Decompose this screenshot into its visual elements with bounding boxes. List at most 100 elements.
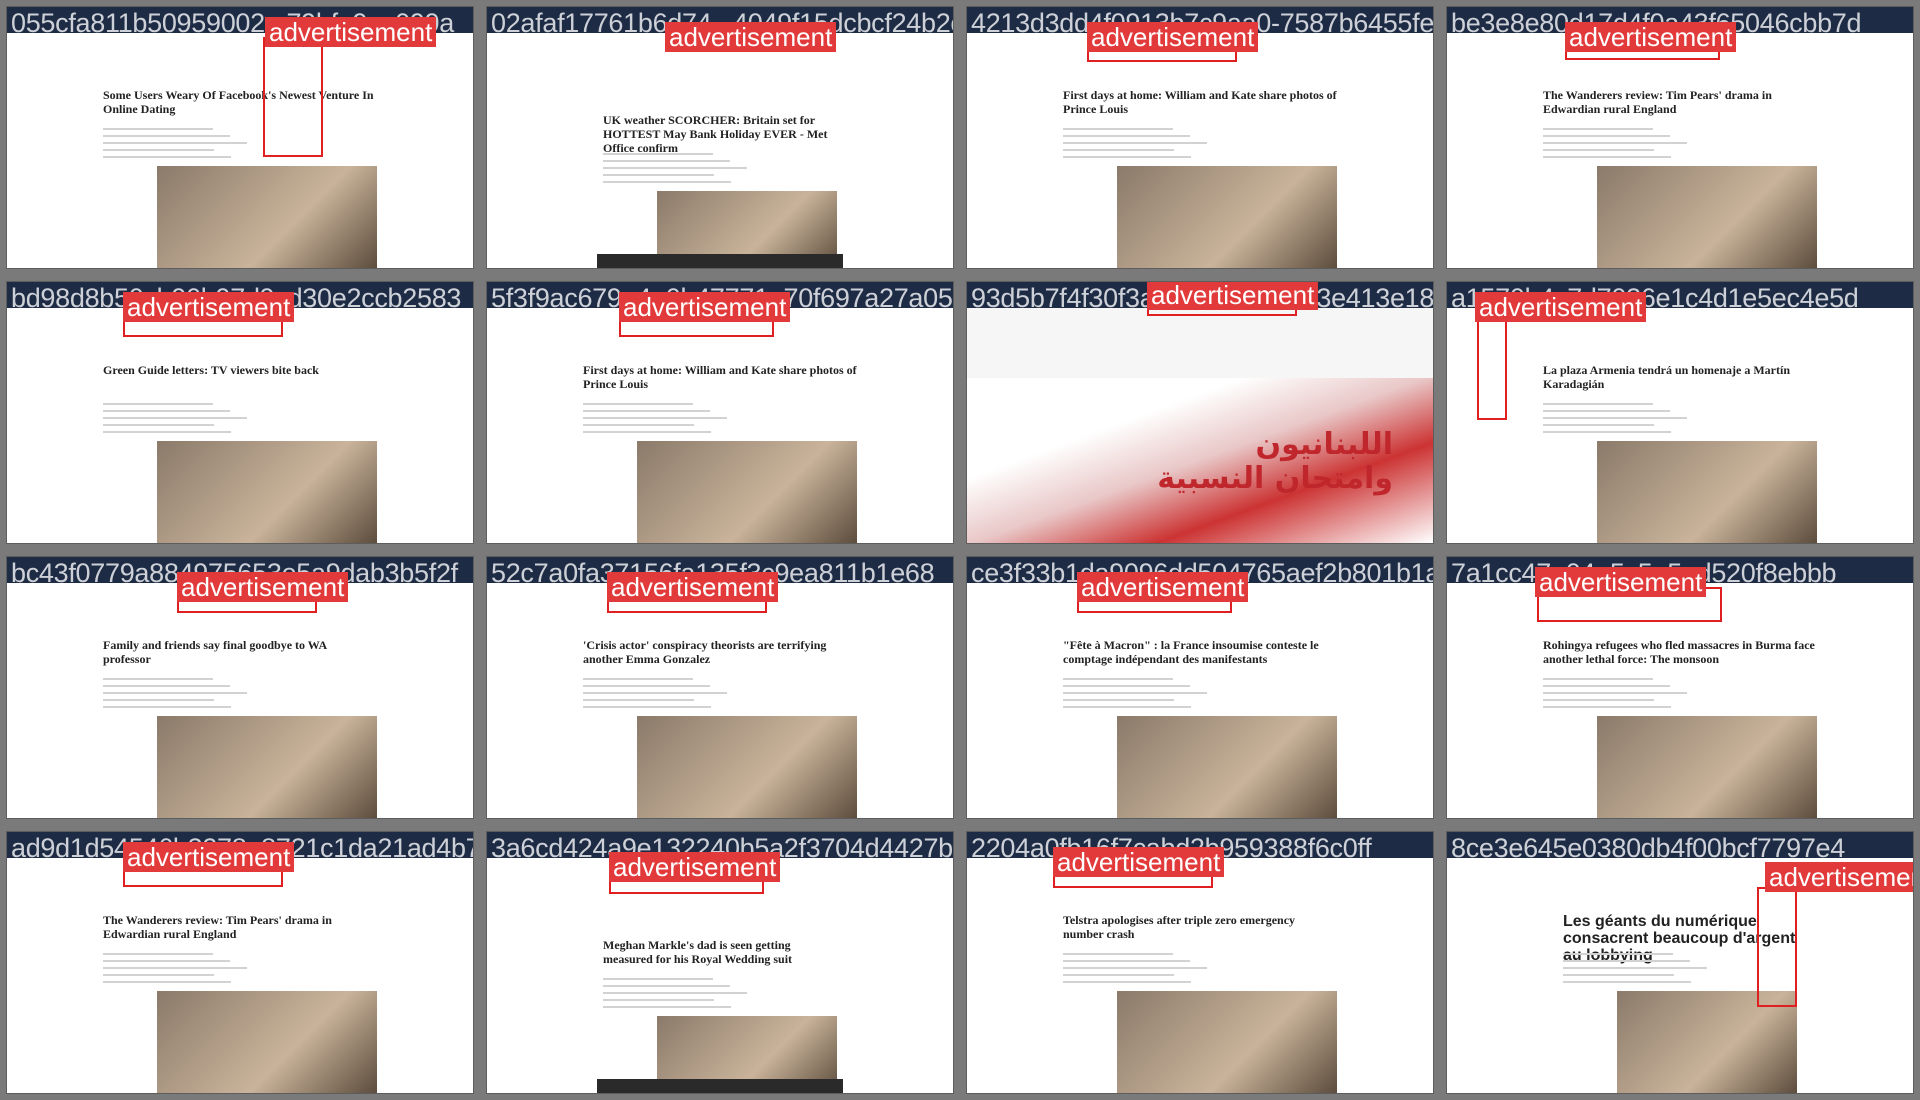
webpage-thumbnail: 2204a0fb16f7cabd2b959388f6c0ffTelstra ap… — [966, 831, 1434, 1094]
article-headline[interactable]: Rohingya refugees who fled massacres in … — [1543, 638, 1817, 666]
screenshot-cell: 055cfa811b50959002...79bfe9ac099a Some Us… — [0, 0, 480, 275]
body-text-line — [103, 685, 230, 687]
article-page: Telstra apologises after triple zero eme… — [1057, 858, 1343, 1093]
body-text-line — [103, 706, 231, 708]
article-headline[interactable]: 'Crisis actor' conspiracy theorists are … — [583, 638, 857, 666]
ad-label: advertisement — [177, 572, 349, 602]
body-text-line — [583, 685, 710, 687]
body-text-line — [603, 153, 713, 155]
body-text-line — [1063, 981, 1191, 983]
ad-label: advertisement — [1475, 292, 1647, 322]
screenshot-cell: bd98d8b50cb90b97d9cd30e2ccb2583Green Gui… — [0, 275, 480, 550]
body-text-line — [1563, 960, 1690, 962]
article-headline[interactable]: UK weather SCORCHER: Britain set for HOT… — [603, 113, 837, 155]
body-text-line — [1063, 706, 1191, 708]
body-text-line — [603, 160, 730, 162]
webpage-thumbnail: 02afaf17761b6d74...4049f15dcbcf24b2cUK w… — [486, 6, 954, 269]
ad-label: advertisement — [1053, 847, 1225, 877]
screenshot-cell: 7a1cc47e04a5c5a5ad520f8ebbbRohingya refu… — [1440, 550, 1920, 825]
article-page: The Wanderers review: Tim Pears' drama i… — [97, 858, 383, 1093]
headline-arabic: اللبنانيون وامتحان النسبية — [1157, 427, 1393, 496]
body-text-line — [1063, 156, 1191, 158]
article-headline[interactable]: The Wanderers review: Tim Pears' drama i… — [103, 913, 377, 941]
body-text-line — [583, 692, 727, 694]
body-text-line — [103, 149, 214, 151]
screenshot-cell: ad9d1d54546b3278e8721c1da21ad4b7The Wand… — [0, 825, 480, 1100]
screenshot-cell: ce3f33b1da9096dd504765aef2b801b1a"Fête à… — [960, 550, 1440, 825]
article-headline[interactable]: Some Users Weary Of Facebook's Newest Ve… — [103, 88, 377, 116]
ad-label: advertisement — [607, 572, 779, 602]
article-photo — [157, 166, 377, 268]
ad-label: advertisement — [619, 292, 791, 322]
image-hash-label: 8ce3e645e0380db4f00bcf7797e4 — [1451, 833, 1845, 863]
article-page: UK weather SCORCHER: Britain set for HOT… — [597, 33, 843, 268]
body-text-line — [1563, 981, 1691, 983]
webpage-thumbnail: bd98d8b50cb90b97d9cd30e2ccb2583Green Gui… — [6, 281, 474, 544]
screenshot-cell: 3a6cd424a9e132240b5a2f3704d4427b Meghan M… — [480, 825, 960, 1100]
screenshot-cell: 2204a0fb16f7cabd2b959388f6c0ffTelstra ap… — [960, 825, 1440, 1100]
body-text-line — [1543, 692, 1687, 694]
article-headline[interactable]: "Fête à Macron" : la France insoumise co… — [1063, 638, 1337, 666]
ad-bounding-box — [1757, 887, 1797, 1007]
body-text-line — [1063, 967, 1207, 969]
body-text-line — [583, 403, 693, 405]
body-text-line — [603, 992, 747, 994]
body-text-line — [583, 678, 693, 680]
body-text-line — [603, 978, 713, 980]
webpage-thumbnail: be3e8e80d17d4f0a43f65046cbb7dThe Wandere… — [1446, 6, 1914, 269]
screenshot-cell: a1570b4c7d7036e1c4d1e5ec4e5d La plaza Arm… — [1440, 275, 1920, 550]
webpage-thumbnail: 4213d3dd4f0913b7c9aa0-7587b6455fed3e9Fir… — [966, 6, 1434, 269]
body-text-line — [103, 424, 214, 426]
screenshot-cell: bc43f0779a884975653e5a9dab3b5f2fFamily a… — [0, 550, 480, 825]
article-headline[interactable]: Green Guide letters: TV viewers bite bac… — [103, 363, 377, 377]
body-text-line — [1063, 699, 1174, 701]
body-text-line — [1543, 685, 1670, 687]
article-page: The Wanderers review: Tim Pears' drama i… — [1537, 33, 1823, 268]
article-photo — [1597, 441, 1817, 543]
screenshot-cell: 5f3f9ac679e4e0b47771a70f697a27a0539First… — [480, 275, 960, 550]
article-page: Green Guide letters: TV viewers bite bac… — [97, 308, 383, 543]
ad-bounding-box — [263, 37, 323, 157]
article-headline[interactable]: Telstra apologises after triple zero eme… — [1063, 913, 1337, 941]
article-headline[interactable]: Family and friends say final goodbye to … — [103, 638, 377, 666]
article-headline[interactable]: The Wanderers review: Tim Pears' drama i… — [1543, 88, 1817, 116]
screenshot-cell: 93d5b7f4f30f3ab401e3aae1e3e413e18b45اللب… — [960, 275, 1440, 550]
cookie-banner — [597, 1079, 843, 1093]
cookie-banner — [597, 254, 843, 268]
body-text-line — [103, 431, 231, 433]
article-page: First days at home: William and Kate sha… — [577, 308, 863, 543]
article-headline[interactable]: Meghan Markle's dad is seen getting meas… — [603, 938, 837, 966]
ad-label: advertisement — [1765, 862, 1913, 892]
webpage-thumbnail: 7a1cc47e04a5c5a5ad520f8ebbbRohingya refu… — [1446, 556, 1914, 819]
body-text-line — [603, 181, 731, 183]
article-photo — [1597, 166, 1817, 268]
body-text-line — [1063, 149, 1174, 151]
body-text-line — [1063, 685, 1190, 687]
screenshot-cell: 52c7a0fa37156fa135f3c9ea811b1e68'Crisis … — [480, 550, 960, 825]
body-text-line — [1543, 156, 1671, 158]
article-headline[interactable]: First days at home: William and Kate sha… — [583, 363, 857, 391]
body-text-line — [1543, 678, 1653, 680]
body-text-line — [103, 142, 247, 144]
body-text-line — [1543, 706, 1671, 708]
body-text-line — [103, 156, 231, 158]
article-photo — [637, 441, 857, 543]
body-text-line — [103, 981, 231, 983]
ad-label: advertisement — [1565, 22, 1737, 52]
body-text-line — [103, 974, 214, 976]
article-photo — [1597, 716, 1817, 818]
article-headline[interactable]: La plaza Armenia tendrá un homenaje a Ma… — [1543, 363, 1817, 391]
article-page: Family and friends say final goodbye to … — [97, 583, 383, 818]
body-text-line — [583, 424, 694, 426]
article-photo — [157, 441, 377, 543]
body-text-line — [1543, 128, 1653, 130]
body-text-line — [583, 417, 727, 419]
body-text-line — [103, 678, 213, 680]
ad-label: advertisement — [665, 22, 837, 52]
body-text-line — [603, 985, 730, 987]
screenshot-grid: 055cfa811b50959002...79bfe9ac099a Some Us… — [0, 0, 1920, 1100]
webpage-thumbnail: a1570b4c7d7036e1c4d1e5ec4e5d La plaza Arm… — [1446, 281, 1914, 544]
body-text-line — [603, 999, 714, 1001]
article-headline[interactable]: First days at home: William and Kate sha… — [1063, 88, 1337, 116]
body-text-line — [1543, 410, 1670, 412]
